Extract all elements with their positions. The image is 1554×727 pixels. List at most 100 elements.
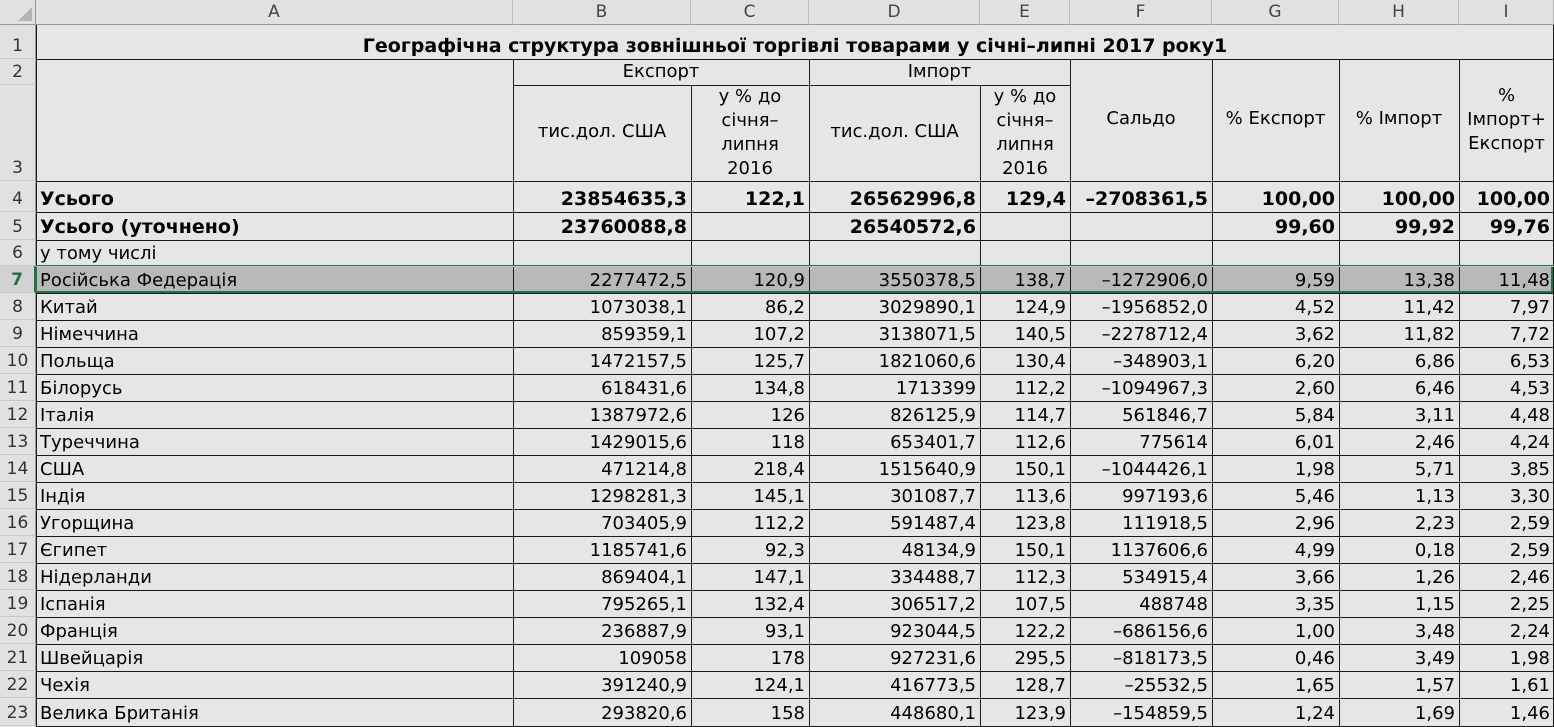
table-cell[interactable]: 2,46 (1459, 563, 1554, 590)
table-cell[interactable]: 471214,8 (513, 455, 691, 482)
table-cell[interactable]: 1,15 (1339, 590, 1459, 617)
table-cell[interactable]: 561846,7 (1070, 401, 1212, 428)
row-label-cell[interactable]: Польща (36, 347, 513, 374)
table-cell[interactable]: 293820,6 (513, 698, 691, 726)
table-cell[interactable]: 488748 (1070, 590, 1212, 617)
table-cell[interactable]: 48134,9 (809, 536, 980, 563)
row-label-cell[interactable]: США (36, 455, 513, 482)
table-cell[interactable]: 1,46 (1459, 698, 1554, 726)
table-cell[interactable]: 1137606,6 (1070, 536, 1212, 563)
table-cell[interactable]: 3,11 (1339, 401, 1459, 428)
table-cell[interactable]: –2278712,4 (1070, 320, 1212, 347)
row-label-cell[interactable]: Швейцарія (36, 644, 513, 671)
row-header-19[interactable]: 19 (0, 590, 36, 617)
table-cell[interactable]: –1272906,0 (1070, 266, 1212, 293)
table-cell[interactable]: –348903,1 (1070, 347, 1212, 374)
table-cell[interactable]: 150,1 (980, 536, 1070, 563)
table-cell[interactable]: 7,97 (1459, 293, 1554, 320)
column-header-f[interactable]: F (1070, 0, 1212, 25)
table-cell[interactable]: 1,13 (1339, 482, 1459, 509)
row-header-13[interactable]: 13 (0, 428, 36, 455)
table-cell[interactable]: –154859,5 (1070, 698, 1212, 726)
row-header-15[interactable]: 15 (0, 482, 36, 509)
table-cell[interactable]: 112,6 (980, 428, 1070, 455)
select-all-corner[interactable] (0, 0, 36, 25)
row-header-14[interactable]: 14 (0, 455, 36, 482)
table-cell[interactable]: 2,96 (1212, 509, 1339, 536)
row-header-21[interactable]: 21 (0, 644, 36, 671)
table-cell[interactable]: 138,7 (980, 266, 1070, 293)
table-cell[interactable] (1070, 240, 1212, 266)
column-header-g[interactable]: G (1212, 0, 1339, 25)
table-cell[interactable]: 3,48 (1339, 617, 1459, 644)
table-cell[interactable]: 869404,1 (513, 563, 691, 590)
table-cell[interactable]: 4,53 (1459, 374, 1554, 401)
row-label-cell[interactable]: Китай (36, 293, 513, 320)
table-cell[interactable]: 618431,6 (513, 374, 691, 401)
table-cell[interactable]: 1,24 (1212, 698, 1339, 726)
table-cell[interactable]: 3,35 (1212, 590, 1339, 617)
column-header-i[interactable]: I (1459, 0, 1554, 25)
table-cell[interactable]: 703405,9 (513, 509, 691, 536)
table-cell[interactable]: 92,3 (691, 536, 809, 563)
table-cell[interactable]: 158 (691, 698, 809, 726)
row-label-cell[interactable]: Франція (36, 617, 513, 644)
row-header-22[interactable]: 22 (0, 671, 36, 698)
header-export-pct[interactable]: у % до січня–липня 2016 (691, 85, 809, 181)
table-cell[interactable]: 6,53 (1459, 347, 1554, 374)
table-cell[interactable]: 11,82 (1339, 320, 1459, 347)
table-cell[interactable]: 147,1 (691, 563, 809, 590)
row-header-7[interactable]: 7 (0, 266, 36, 293)
table-cell[interactable]: 1515640,9 (809, 455, 980, 482)
column-header-a[interactable]: A (36, 0, 513, 25)
column-header-d[interactable]: D (809, 0, 980, 25)
row-label-cell[interactable]: Велика Британія (36, 698, 513, 726)
table-cell[interactable]: 124,9 (980, 293, 1070, 320)
row-label-cell[interactable]: Індія (36, 482, 513, 509)
table-cell[interactable] (691, 240, 809, 266)
table-cell[interactable]: 126 (691, 401, 809, 428)
table-cell[interactable]: 7,72 (1459, 320, 1554, 347)
table-cell[interactable] (980, 240, 1070, 266)
column-header-c[interactable]: C (691, 0, 809, 25)
table-cell[interactable]: 334488,7 (809, 563, 980, 590)
table-cell[interactable]: 128,7 (980, 671, 1070, 698)
table-cell[interactable]: 100,00 (1459, 181, 1554, 212)
table-cell[interactable]: 109058 (513, 644, 691, 671)
table-cell[interactable]: 130,4 (980, 347, 1070, 374)
table-cell[interactable]: 123,9 (980, 698, 1070, 726)
column-header-e[interactable]: E (980, 0, 1070, 25)
table-cell[interactable]: 3138071,5 (809, 320, 980, 347)
table-cell[interactable]: 107,2 (691, 320, 809, 347)
table-cell[interactable]: 1,65 (1212, 671, 1339, 698)
table-cell[interactable]: 112,3 (980, 563, 1070, 590)
row-header-6[interactable]: 6 (0, 240, 36, 266)
row-header-23[interactable]: 23 (0, 698, 36, 726)
table-cell[interactable]: 1073038,1 (513, 293, 691, 320)
table-cell[interactable]: 150,1 (980, 455, 1070, 482)
table-cell[interactable]: –1956852,0 (1070, 293, 1212, 320)
row-header-18[interactable]: 18 (0, 563, 36, 590)
row-label-cell[interactable]: Усього (36, 181, 513, 212)
table-cell[interactable]: 2277472,5 (513, 266, 691, 293)
row-header-20[interactable]: 20 (0, 617, 36, 644)
table-cell[interactable]: 178 (691, 644, 809, 671)
table-cell[interactable] (980, 212, 1070, 240)
table-cell[interactable]: 9,59 (1212, 266, 1339, 293)
header-import-usd[interactable]: тис.дол. США (809, 85, 980, 181)
table-cell[interactable]: 13,38 (1339, 266, 1459, 293)
table-cell[interactable]: 4,48 (1459, 401, 1554, 428)
table-cell[interactable]: 997193,6 (1070, 482, 1212, 509)
table-cell[interactable]: 11,42 (1339, 293, 1459, 320)
table-cell[interactable]: 1472157,5 (513, 347, 691, 374)
table-cell[interactable]: 26562996,8 (809, 181, 980, 212)
table-cell[interactable] (1459, 240, 1554, 266)
table-cell[interactable]: –1094967,3 (1070, 374, 1212, 401)
table-cell[interactable]: 122,1 (691, 181, 809, 212)
table-cell[interactable]: 6,46 (1339, 374, 1459, 401)
table-cell[interactable]: –2708361,5 (1070, 181, 1212, 212)
table-cell[interactable]: 4,24 (1459, 428, 1554, 455)
table-cell[interactable] (1070, 212, 1212, 240)
row-label-cell[interactable]: Німеччина (36, 320, 513, 347)
row-label-cell[interactable]: Єгипет (36, 536, 513, 563)
